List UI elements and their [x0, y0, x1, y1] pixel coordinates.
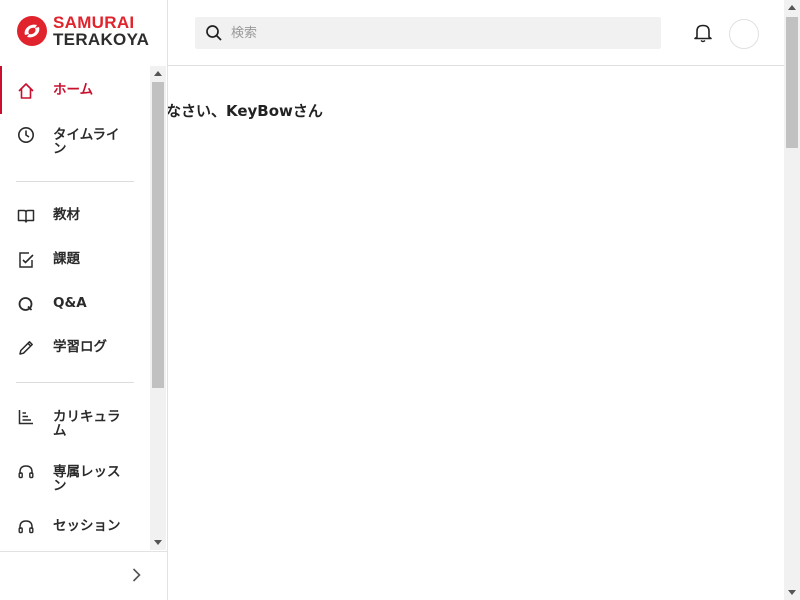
sidebar-item-label: 教材 [53, 207, 80, 223]
sidebar-item-label: カリキュラム [53, 409, 121, 439]
divider [16, 181, 134, 182]
logo-text-line1: SAMURAI [53, 13, 135, 32]
search-icon[interactable] [205, 24, 223, 42]
scroll-up-arrow-icon[interactable] [154, 71, 162, 76]
scroll-down-arrow-icon[interactable] [788, 590, 796, 595]
logo[interactable]: SAMURAI TERAKOYA [16, 14, 156, 52]
curriculum-chart-icon [18, 410, 33, 425]
scroll-down-arrow-icon[interactable] [154, 540, 162, 545]
sidebar-item-label: ホーム [53, 82, 94, 98]
search-bar[interactable] [195, 17, 661, 49]
sidebar-nav: ホーム タイムライン 教材 課題 Q&A 学習ログ カリキュラム 専属レッスン … [0, 66, 150, 550]
page-scrollbar[interactable] [784, 0, 800, 600]
book-icon [17, 209, 35, 223]
main-content: なさい、KeyBowさん [168, 67, 784, 600]
sidebar-scrollbar[interactable] [150, 66, 166, 550]
assignment-check-icon [19, 252, 34, 268]
sidebar-item-label: 学習ログ [53, 339, 107, 355]
top-header [168, 0, 800, 66]
chevron-right-icon[interactable] [127, 566, 145, 584]
headset-icon [18, 520, 34, 534]
sidebar-item-label: セッション [53, 518, 121, 534]
sidebar-item-label: タイムライン [53, 127, 120, 157]
sidebar-item-label: 課題 [53, 251, 80, 267]
sidebar-item-label: 専属レッスン [53, 464, 121, 494]
scroll-up-arrow-icon[interactable] [788, 5, 796, 10]
sidebar-item-label: Q&A [53, 295, 87, 311]
bell-icon[interactable] [692, 21, 714, 43]
divider [16, 382, 134, 383]
headset-icon [18, 465, 34, 479]
greeting-heading: なさい、KeyBowさん [168, 102, 323, 120]
logo-text-line2: TERAKOYA [53, 30, 150, 49]
scrollbar-thumb[interactable] [786, 17, 798, 148]
pencil-icon [19, 341, 33, 355]
samurai-logo-icon [17, 16, 47, 46]
qa-icon [18, 297, 33, 311]
scrollbar-thumb[interactable] [152, 82, 164, 388]
sidebar: SAMURAI TERAKOYA ホーム タイムライン 教材 課題 Q&A 学習… [0, 0, 168, 600]
avatar[interactable] [729, 19, 759, 49]
clock-icon [18, 127, 34, 143]
home-icon [18, 83, 34, 99]
search-input[interactable] [231, 17, 651, 49]
sidebar-footer [0, 551, 168, 600]
